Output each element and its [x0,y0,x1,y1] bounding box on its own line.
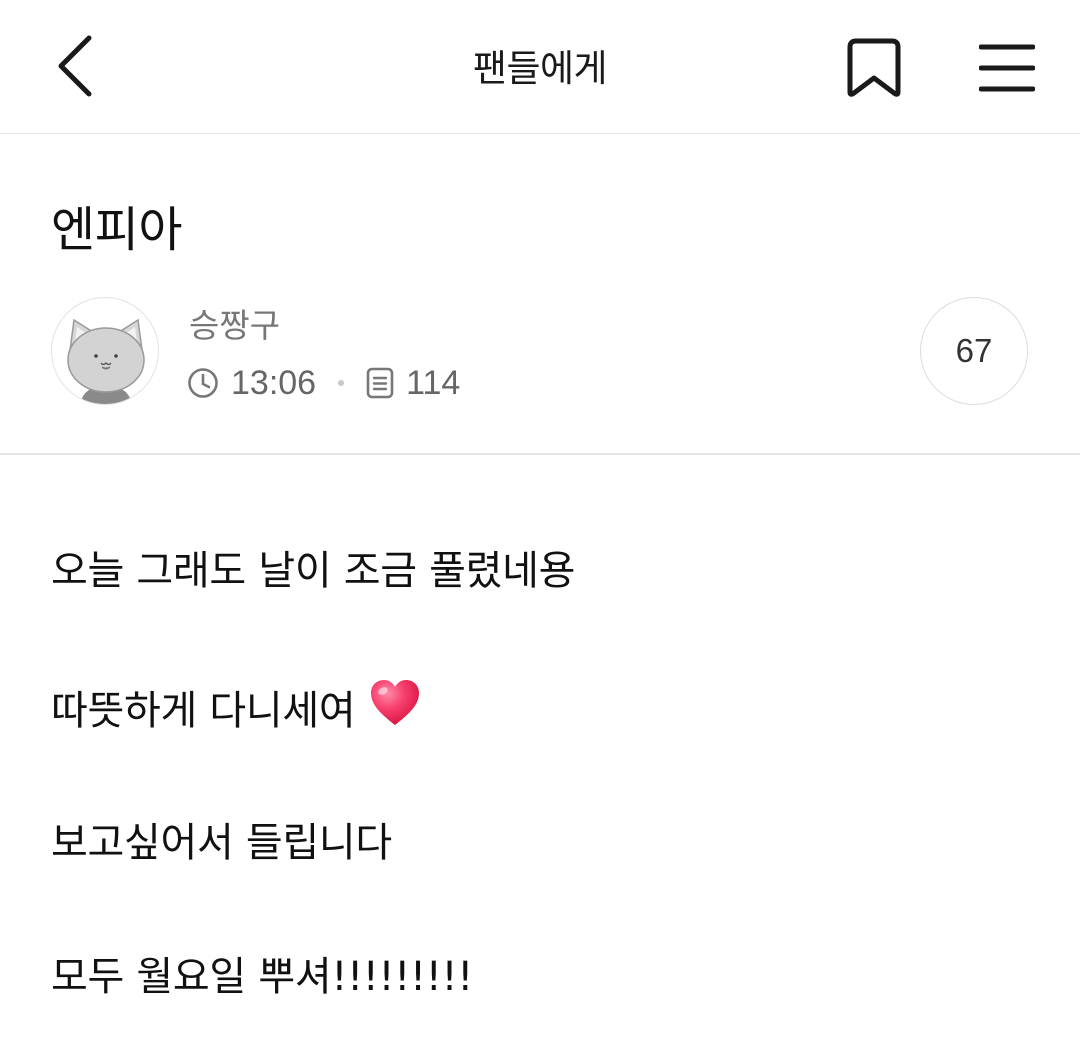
post-body-line-4: 모두 월요일 뿌셔!!!!!!!!! [51,954,473,1000]
post-body-line-2: 따뜻하게 다니세여 [51,679,421,742]
board-title: 팬들에게 [472,47,608,90]
post-title: 엔피아 [51,202,182,258]
section-divider [0,453,1080,455]
author-name[interactable]: 승짱구 [189,304,280,348]
meta-separator-dot [338,380,345,386]
menu-button[interactable] [966,32,1048,108]
heart-emoji-icon [369,679,421,742]
post-body-line-3: 보고싶어서 들립니다 [51,820,392,866]
clock-icon [187,367,219,399]
cat-avatar-icon [52,318,158,404]
post-body-line-2-text: 따뜻하게 다니세여 [51,687,356,734]
top-app-bar: 팬들에게 [0,0,1080,134]
post-body-line-1: 오늘 그래도 날이 조금 풀렸네용 [51,548,576,594]
post-meta: 13:06 114 [187,362,460,404]
bookmark-icon [846,37,902,103]
document-icon [366,367,394,399]
bookmark-button[interactable] [836,32,912,108]
post-time: 13:06 [231,363,317,402]
comment-count-button[interactable]: 67 [920,297,1028,405]
hamburger-menu-icon [978,42,1036,98]
view-count: 114 [406,363,461,402]
author-avatar[interactable] [51,297,159,405]
